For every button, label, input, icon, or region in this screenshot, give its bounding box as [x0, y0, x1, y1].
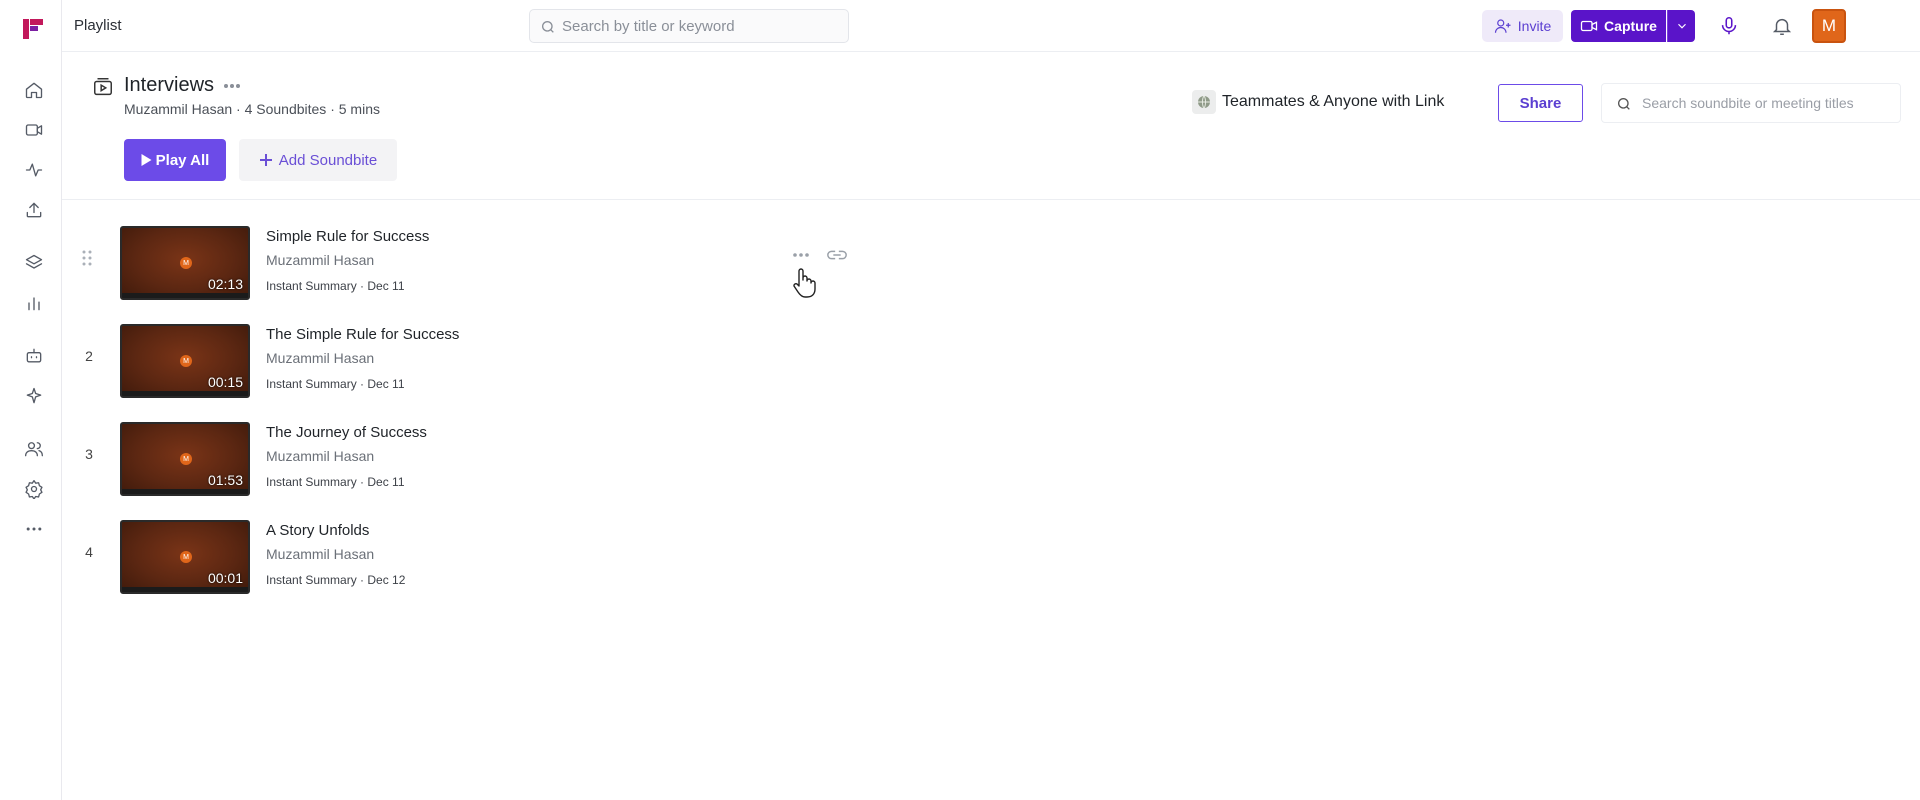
play-icon — [141, 154, 152, 166]
playlist-icon — [92, 76, 114, 98]
soundbite-source: Instant Summary — [266, 573, 357, 587]
playlist-title: Interviews — [124, 74, 215, 96]
soundbite-meta: Instant Summary · Dec 11 — [266, 279, 405, 293]
brand-badge-icon: M — [180, 355, 192, 367]
access-setting[interactable]: Teammates & Anyone with Link — [1192, 90, 1444, 114]
access-label: Teammates & Anyone with Link — [1222, 93, 1445, 110]
soundbite-meta: Instant Summary · Dec 12 — [266, 573, 406, 587]
more-icon[interactable] — [20, 515, 48, 543]
soundbite-source: Instant Summary — [266, 377, 357, 391]
video-camera-icon — [1580, 20, 1598, 32]
row-actions — [792, 248, 848, 262]
people-icon[interactable] — [20, 435, 48, 463]
soundbite-date: Dec 12 — [367, 573, 406, 587]
sidebar — [0, 0, 62, 800]
bar-chart-icon[interactable] — [20, 289, 48, 317]
share-button[interactable]: Share — [1498, 84, 1583, 122]
search-input[interactable] — [562, 10, 842, 42]
bot-icon[interactable] — [20, 342, 48, 370]
soundbite-date: Dec 11 — [367, 475, 405, 489]
global-search[interactable] — [529, 9, 849, 43]
duration-label: 02:13 — [207, 276, 243, 292]
duration-label: 01:53 — [207, 472, 243, 488]
list-item[interactable]: 2 M 00:15 The Simple Rule for Success Mu… — [62, 320, 962, 400]
chevron-down-icon — [1677, 23, 1686, 29]
player-controls-bar — [122, 391, 248, 396]
soundbite-title[interactable]: A Story Unfolds — [266, 522, 369, 539]
home-icon[interactable] — [20, 76, 48, 104]
soundbite-author: Muzammil Hasan — [266, 350, 375, 366]
soundbite-search-input[interactable] — [1642, 84, 1892, 122]
list-item[interactable]: M 02:13 Simple Rule for Success Muzammil… — [62, 222, 962, 302]
capture-dropdown-button[interactable] — [1667, 10, 1695, 42]
brand-badge-icon: M — [180, 257, 192, 269]
video-thumbnail[interactable]: M 00:15 — [120, 324, 250, 398]
more-options-icon[interactable] — [220, 76, 244, 96]
soundbite-meta: Instant Summary · Dec 11 — [266, 377, 405, 391]
add-soundbite-button[interactable]: Add Soundbite — [239, 139, 397, 181]
bell-icon[interactable] — [1771, 15, 1793, 37]
play-all-label: Play All — [155, 151, 210, 169]
duration-label: 00:01 — [207, 570, 243, 586]
video-icon[interactable] — [20, 116, 48, 144]
search-icon — [1618, 98, 1630, 110]
row-number: 3 — [85, 446, 93, 462]
list-item[interactable]: 3 M 01:53 The Journey of Success Muzammi… — [62, 418, 962, 498]
invite-label: Invite — [1517, 18, 1552, 34]
player-controls-bar — [122, 489, 248, 494]
duration-label: 00:15 — [207, 374, 243, 390]
video-thumbnail[interactable]: M 01:53 — [120, 422, 250, 496]
video-thumbnail[interactable]: M 02:13 — [120, 226, 250, 300]
play-all-button[interactable]: Play All — [124, 139, 226, 181]
player-controls-bar — [122, 587, 248, 592]
soundbite-date: Dec 11 — [367, 377, 405, 391]
soundbite-source: Instant Summary — [266, 475, 357, 489]
player-controls-bar — [122, 293, 248, 298]
soundbite-source: Instant Summary — [266, 279, 357, 293]
activity-icon[interactable] — [20, 156, 48, 184]
add-user-icon — [1494, 19, 1511, 33]
drag-handle-icon[interactable] — [80, 248, 94, 268]
playlist-meta: Muzammil Hasan · 4 Soundbites · 5 mins — [124, 101, 380, 117]
playlist-header: Interviews Muzammil Hasan · 4 Soundbites… — [62, 52, 1920, 200]
add-soundbite-label: Add Soundbite — [278, 151, 378, 169]
brand-badge-icon: M — [180, 551, 192, 563]
upload-icon[interactable] — [20, 196, 48, 224]
capture-button[interactable]: Capture — [1571, 10, 1666, 42]
soundbite-date: Dec 11 — [367, 279, 405, 293]
row-number: 2 — [85, 348, 93, 364]
more-options-icon[interactable] — [792, 252, 810, 258]
brand-badge-icon: M — [180, 453, 192, 465]
capture-label: Capture — [1604, 18, 1657, 34]
layers-icon[interactable] — [20, 249, 48, 277]
soundbite-author: Muzammil Hasan — [266, 448, 375, 464]
row-number: 4 — [85, 544, 93, 560]
hand-cursor-icon — [790, 266, 818, 298]
app-logo[interactable] — [21, 17, 45, 41]
soundbite-author: Muzammil Hasan — [266, 546, 375, 562]
list-item[interactable]: 4 M 00:01 A Story Unfolds Muzammil Hasan… — [62, 516, 962, 596]
microphone-icon[interactable] — [1718, 15, 1740, 37]
soundbite-meta: Instant Summary · Dec 11 — [266, 475, 405, 489]
page-title: Playlist — [74, 17, 122, 34]
soundbite-title[interactable]: The Simple Rule for Success — [266, 326, 459, 343]
globe-icon — [1192, 90, 1216, 114]
soundbite-title[interactable]: The Journey of Success — [266, 424, 427, 441]
soundbite-search[interactable] — [1601, 83, 1901, 123]
plus-icon — [259, 154, 272, 166]
sparkle-icon[interactable] — [20, 382, 48, 410]
search-icon — [542, 21, 554, 33]
video-thumbnail[interactable]: M 00:01 — [120, 520, 250, 594]
settings-icon[interactable] — [20, 475, 48, 503]
invite-button[interactable]: Invite — [1482, 10, 1563, 42]
link-icon[interactable] — [826, 248, 848, 262]
soundbite-author: Muzammil Hasan — [266, 252, 375, 268]
soundbite-title[interactable]: Simple Rule for Success — [266, 228, 429, 245]
avatar[interactable]: M — [1812, 9, 1846, 43]
